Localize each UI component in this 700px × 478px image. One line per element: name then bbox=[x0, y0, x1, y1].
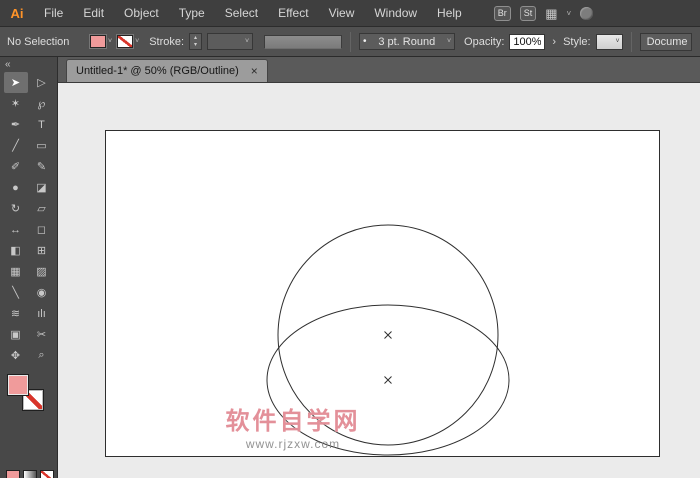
blob-brush-tool[interactable]: ● bbox=[4, 177, 28, 198]
brush-chevron-icon[interactable]: ˅ bbox=[447, 38, 451, 45]
fill-color-swatch[interactable] bbox=[90, 35, 106, 48]
rotate-tool[interactable]: ↻ bbox=[4, 198, 28, 219]
stroke-label: Stroke: bbox=[149, 35, 185, 48]
menu-object[interactable]: Object bbox=[114, 6, 169, 20]
menu-right-icons: Br St ▦ ˅ bbox=[493, 5, 594, 21]
type-tool[interactable]: T bbox=[30, 114, 54, 135]
line-segment-tool[interactable]: ╱ bbox=[4, 135, 28, 156]
arrange-documents-icon[interactable]: ▦ bbox=[545, 7, 557, 20]
panel-collapse-icon[interactable]: « bbox=[0, 57, 57, 72]
share-icon[interactable] bbox=[580, 6, 594, 20]
stroke-weight-chevron-icon[interactable]: ˅ bbox=[245, 38, 249, 45]
canvas[interactable]: 软件自学网 www.rjzxw.com bbox=[58, 83, 700, 478]
bridge-button[interactable]: Br bbox=[493, 5, 511, 21]
menu-type[interactable]: Type bbox=[169, 6, 215, 20]
color-mode-buttons bbox=[6, 470, 54, 478]
document-area: Untitled-1* @ 50% (RGB/Outline) × 软件自学网 … bbox=[58, 57, 700, 478]
none-button[interactable] bbox=[40, 470, 54, 478]
control-bar: No Selection ˅ ˅ Stroke: ▴ ▾ ˅ • 3 pt. R… bbox=[0, 27, 700, 57]
menu-effect[interactable]: Effect bbox=[268, 6, 318, 20]
opacity-label: Opacity: bbox=[464, 35, 505, 48]
perspective-grid-tool[interactable]: ⊞ bbox=[30, 240, 54, 261]
menu-help[interactable]: Help bbox=[427, 6, 472, 20]
artboard-tool[interactable]: ▣ bbox=[4, 324, 28, 345]
pen-tool[interactable]: ✒ bbox=[4, 114, 28, 135]
tools-panel: « ➤ ▷ ✶ ℘ ✒ T ╱ ▭ ✐ ✎ ● ◪ ↻ ▱ ↔ ◻ ◧ ⊞ ▦ ▨ ╲ ◉ ≋ ılı ▣ ✂ ✥ ⌕ bbox=[0, 57, 58, 478]
style-chevron-icon[interactable]: ˅ bbox=[616, 38, 620, 45]
stroke-weight-stepper[interactable]: ▴ ▾ bbox=[189, 33, 203, 50]
stroke-color-control[interactable]: ˅ bbox=[117, 35, 139, 48]
stepper-up-icon[interactable]: ▴ bbox=[190, 35, 201, 42]
outline-shapes bbox=[266, 224, 510, 456]
stock-button[interactable]: St bbox=[519, 5, 537, 21]
fill-stroke-indicator bbox=[7, 374, 57, 420]
style-combo[interactable]: ˅ bbox=[595, 33, 623, 50]
gradient-button[interactable] bbox=[23, 470, 37, 478]
blend-tool[interactable]: ◉ bbox=[30, 282, 54, 303]
slice-tool[interactable]: ✂ bbox=[30, 324, 54, 345]
width-tool[interactable]: ↔ bbox=[4, 219, 28, 240]
magic-wand-tool[interactable]: ✶ bbox=[4, 93, 28, 114]
brush-definition-value: 3 pt. Round bbox=[378, 35, 436, 48]
fill-chevron-icon[interactable]: ˅ bbox=[108, 38, 112, 45]
mesh-tool[interactable]: ▦ bbox=[4, 261, 28, 282]
pencil-tool[interactable]: ✎ bbox=[30, 156, 54, 177]
tool-grid: ➤ ▷ ✶ ℘ ✒ T ╱ ▭ ✐ ✎ ● ◪ ↻ ▱ ↔ ◻ ◧ ⊞ ▦ ▨ ╲ ◉ ≋ ılı ▣ ✂ ✥ ⌕ bbox=[0, 72, 57, 366]
fill-indicator-swatch[interactable] bbox=[7, 374, 29, 396]
arrange-documents-chevron-icon[interactable]: ˅ bbox=[567, 9, 572, 18]
menu-view[interactable]: View bbox=[319, 6, 365, 20]
gradient-tool[interactable]: ▨ bbox=[30, 261, 54, 282]
hand-tool[interactable]: ✥ bbox=[4, 345, 28, 366]
variable-width-profile[interactable] bbox=[264, 34, 343, 49]
free-transform-tool[interactable]: ◻ bbox=[30, 219, 54, 240]
menu-items: File Edit Object Type Select Effect View Window… bbox=[34, 6, 472, 20]
lasso-tool[interactable]: ℘ bbox=[30, 93, 54, 114]
column-graph-tool[interactable]: ılı bbox=[30, 303, 54, 324]
paintbrush-tool[interactable]: ✐ bbox=[4, 156, 28, 177]
selection-status: No Selection bbox=[7, 35, 70, 48]
selection-tool[interactable]: ➤ bbox=[3, 72, 28, 93]
menu-select[interactable]: Select bbox=[215, 6, 268, 20]
fill-color-control[interactable]: ˅ bbox=[90, 35, 112, 48]
menu-edit[interactable]: Edit bbox=[73, 6, 114, 20]
stroke-weight-combo[interactable]: ˅ bbox=[207, 33, 254, 50]
document-setup-button[interactable]: Docume bbox=[639, 32, 692, 51]
symbol-sprayer-tool[interactable]: ≋ bbox=[4, 303, 28, 324]
app-logo: Ai bbox=[10, 5, 24, 21]
divider bbox=[350, 31, 352, 52]
workspace-body: « ➤ ▷ ✶ ℘ ✒ T ╱ ▭ ✐ ✎ ● ◪ ↻ ▱ ↔ ◻ ◧ ⊞ ▦ ▨ ╲ ◉ ≋ ılı ▣ ✂ ✥ ⌕ Untitle… bbox=[0, 57, 700, 478]
rectangle-tool[interactable]: ▭ bbox=[30, 135, 54, 156]
center-marker-icon bbox=[384, 376, 392, 384]
zoom-tool[interactable]: ⌕ bbox=[30, 345, 54, 366]
tab-strip: Untitled-1* @ 50% (RGB/Outline) × bbox=[58, 57, 700, 83]
color-button[interactable] bbox=[6, 470, 20, 478]
brush-preview-icon: • bbox=[363, 36, 367, 47]
shape-builder-tool[interactable]: ◧ bbox=[4, 240, 28, 261]
document-tab-title: Untitled-1* @ 50% (RGB/Outline) bbox=[76, 65, 239, 77]
scale-tool[interactable]: ▱ bbox=[30, 198, 54, 219]
direct-selection-tool[interactable]: ▷ bbox=[30, 72, 54, 93]
close-icon[interactable]: × bbox=[251, 65, 258, 77]
eraser-tool[interactable]: ◪ bbox=[30, 177, 54, 198]
eyedropper-tool[interactable]: ╲ bbox=[4, 282, 28, 303]
illustrator-window: Ai File Edit Object Type Select Effect View Win… bbox=[0, 0, 700, 478]
divider bbox=[630, 31, 632, 52]
stroke-none-swatch[interactable] bbox=[117, 35, 134, 48]
menu-window[interactable]: Window bbox=[364, 6, 427, 20]
stepper-down-icon[interactable]: ▾ bbox=[190, 42, 201, 49]
opacity-input[interactable] bbox=[509, 33, 546, 50]
document-tab[interactable]: Untitled-1* @ 50% (RGB/Outline) × bbox=[66, 59, 268, 82]
center-marker-icon bbox=[384, 331, 392, 339]
opacity-arrow-icon[interactable]: › bbox=[550, 36, 558, 48]
style-label: Style: bbox=[563, 35, 591, 48]
menu-bar: Ai File Edit Object Type Select Effect View Win… bbox=[0, 0, 700, 27]
brush-definition-combo[interactable]: • 3 pt. Round ˅ bbox=[359, 33, 456, 50]
stroke-chevron-icon[interactable]: ˅ bbox=[135, 38, 139, 45]
menu-file[interactable]: File bbox=[34, 6, 73, 20]
